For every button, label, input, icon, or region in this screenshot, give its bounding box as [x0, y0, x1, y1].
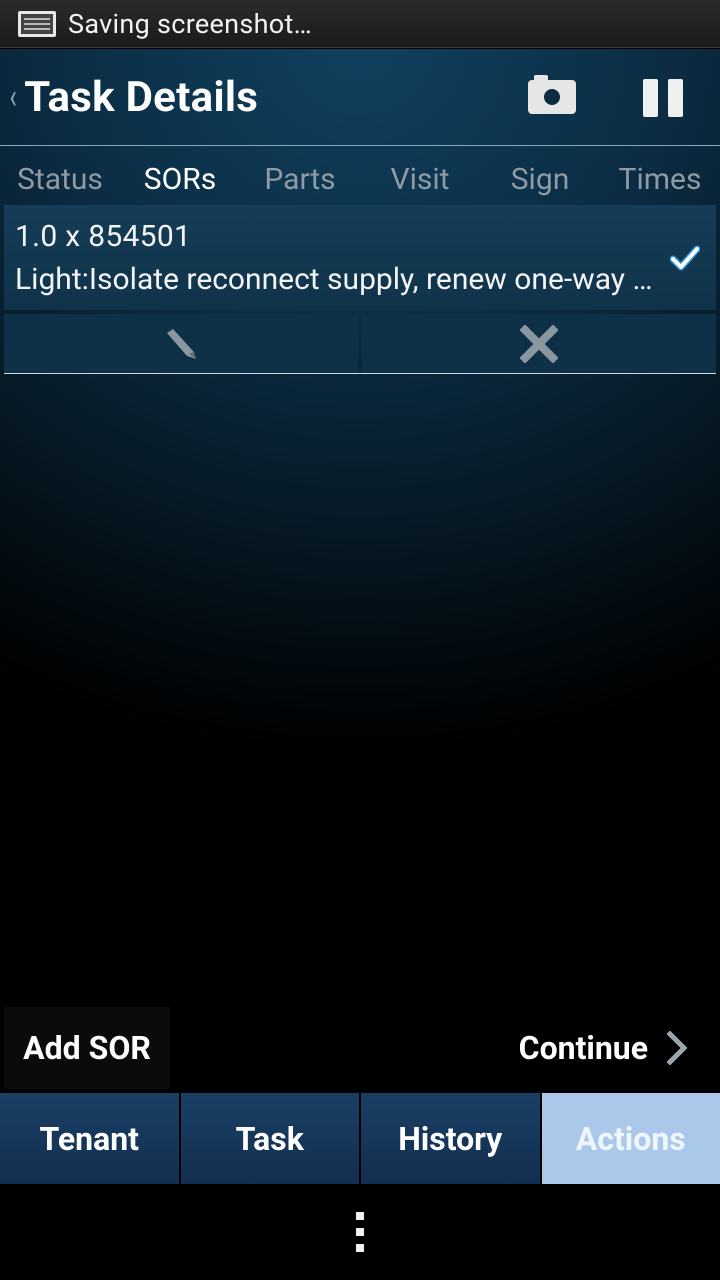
add-sor-button[interactable]: Add SOR — [4, 1007, 170, 1089]
nav-task[interactable]: Task — [180, 1093, 359, 1184]
continue-label: Continue — [518, 1029, 648, 1067]
tab-sors[interactable]: SORs — [120, 147, 240, 205]
tab-sign[interactable]: Sign — [480, 147, 600, 205]
tab-times[interactable]: Times — [600, 147, 720, 205]
back-chevron-icon[interactable]: ‹ — [10, 77, 17, 117]
checkmark-icon[interactable] — [670, 243, 700, 273]
sor-list-item[interactable]: 1.0 x 854501 Light:Isolate reconnect sup… — [4, 205, 716, 310]
pencil-icon — [167, 328, 196, 359]
nav-history[interactable]: History — [361, 1093, 540, 1184]
tab-status[interactable]: Status — [0, 147, 120, 205]
sor-quantity-code: 1.0 x 854501 — [15, 219, 192, 254]
edit-button[interactable] — [4, 314, 358, 373]
camera-icon[interactable] — [528, 75, 576, 114]
status-bar: Saving screenshot… — [0, 0, 720, 48]
tab-visit[interactable]: Visit — [360, 147, 480, 205]
screenshot-icon — [18, 10, 56, 37]
system-bar — [0, 1184, 720, 1280]
bottom-nav: Tenant Task History Actions — [0, 1093, 720, 1184]
tab-bar: Status SORs Parts Visit Sign Times — [0, 147, 720, 205]
sor-action-row — [4, 314, 716, 374]
continue-button[interactable]: Continue — [519, 1007, 688, 1089]
close-icon — [520, 324, 558, 363]
pause-icon[interactable] — [643, 79, 683, 117]
nav-tenant[interactable]: Tenant — [0, 1093, 179, 1184]
delete-button[interactable] — [362, 314, 716, 373]
nav-actions[interactable]: Actions — [541, 1093, 720, 1184]
page-title[interactable]: Task Details — [24, 73, 258, 122]
header: ‹ Task Details — [0, 49, 720, 146]
sor-description: Light:Isolate reconnect supply, renew on… — [15, 262, 665, 297]
tab-parts[interactable]: Parts — [240, 147, 360, 205]
status-text: Saving screenshot… — [68, 7, 312, 40]
overflow-menu-icon[interactable] — [356, 1212, 364, 1252]
chevron-right-icon — [666, 1031, 688, 1065]
